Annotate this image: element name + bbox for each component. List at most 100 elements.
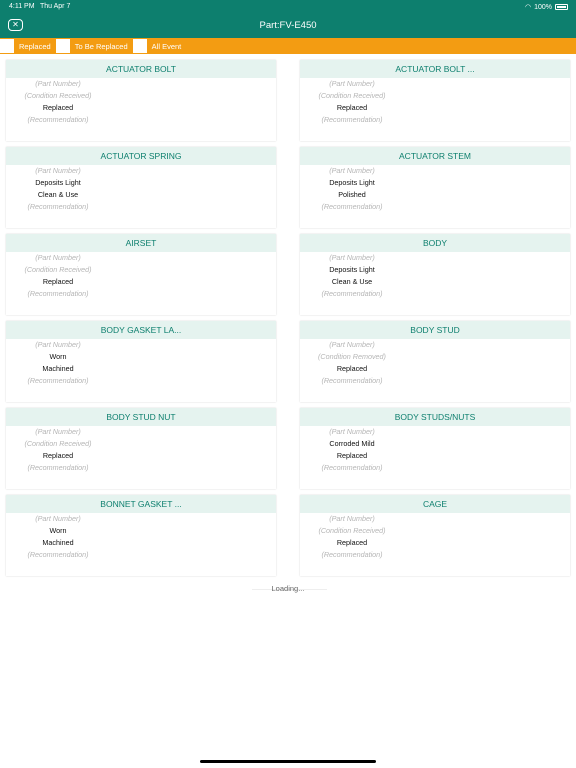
part-card-details: (Part Number) Worn Machined (Recommendation… [6, 513, 110, 561]
part-card-details: (Part Number) (Condition Received) Replace… [6, 252, 110, 300]
part-card-title: ACTUATOR BOLT [6, 60, 276, 78]
part-card-details: (Part Number) (Condition Received) Replace… [300, 513, 404, 561]
filter-all-event[interactable]: All Event [132, 39, 182, 53]
part-card-details: (Part Number) (Condition Received) Replace… [300, 78, 404, 126]
placeholder-text: (Recommendation) [27, 550, 89, 559]
part-card-title: BONNET GASKET ... [6, 495, 276, 513]
loading-text: Loading... [271, 584, 305, 593]
placeholder-text: (Part Number) [329, 514, 375, 523]
detail-value: Replaced [42, 277, 74, 286]
part-card-details: (Part Number) (Condition Received) Replace… [6, 426, 110, 474]
placeholder-text: (Condition Received) [24, 265, 92, 274]
part-card[interactable]: BODY STUD (Part Number) (Condition Removed… [300, 321, 570, 402]
wifi-icon: ◠ [524, 4, 532, 11]
app-header: 4:11 PM Thu Apr 7 ◠ 100% ✕ Part:FV-E450 [0, 0, 576, 38]
detail-value: Machined [42, 538, 74, 547]
placeholder-text: (Part Number) [35, 340, 81, 349]
home-indicator [200, 760, 376, 763]
placeholder-text: (Recommendation) [27, 202, 89, 211]
part-card-details: (Part Number) (Condition Removed) Replaced… [300, 339, 404, 387]
placeholder-text: (Part Number) [329, 340, 375, 349]
part-card[interactable]: ACTUATOR SPRING (Part Number) Deposits Lig… [6, 147, 276, 228]
detail-value: Replaced [336, 103, 368, 112]
placeholder-text: (Condition Received) [318, 91, 386, 100]
part-card-title: ACTUATOR BOLT ... [300, 60, 570, 78]
detail-value: Machined [42, 364, 74, 373]
filter-bar: Replaced To Be Replaced All Event [0, 38, 576, 54]
part-card[interactable]: CAGE (Part Number) (Condition Received) Rep… [300, 495, 570, 576]
detail-value: Deposits Light [35, 178, 81, 187]
page-title: Part:FV-E450 [259, 20, 317, 31]
placeholder-text: (Part Number) [35, 514, 81, 523]
part-card-details: (Part Number) Corroded Mild Replaced (Recom… [300, 426, 404, 474]
part-card-title: CAGE [300, 495, 570, 513]
part-card-title: BODY STUDS/NUTS [300, 408, 570, 426]
placeholder-text: (Part Number) [35, 166, 81, 175]
placeholder-text: (Recommendation) [27, 463, 89, 472]
placeholder-text: (Part Number) [35, 253, 81, 262]
part-card-title: ACTUATOR SPRING [6, 147, 276, 165]
part-card[interactable]: BONNET GASKET ... (Part Number) Worn Machin… [6, 495, 276, 576]
part-card[interactable]: BODY (Part Number) Deposits Light Clean & U… [300, 234, 570, 315]
part-card[interactable]: AIRSET (Part Number) (Condition Received) R… [6, 234, 276, 315]
detail-value: Clean & Use [331, 277, 373, 286]
placeholder-text: (Recommendation) [321, 463, 383, 472]
placeholder-text: (Condition Received) [318, 526, 386, 535]
part-card[interactable]: ACTUATOR BOLT (Part Number) (Condition Rec… [6, 60, 276, 141]
part-card[interactable]: BODY STUD NUT (Part Number) (Condition Rec… [6, 408, 276, 489]
detail-value: Replaced [336, 538, 368, 547]
detail-value: Replaced [42, 451, 74, 460]
placeholder-text: (Part Number) [35, 427, 81, 436]
part-card-title: AIRSET [6, 234, 276, 252]
filter-to-be-replaced[interactable]: To Be Replaced [55, 39, 128, 53]
part-card-details: (Part Number) (Condition Received) Replace… [6, 78, 110, 126]
placeholder-text: (Recommendation) [321, 376, 383, 385]
checkbox-all-event[interactable] [132, 39, 147, 53]
placeholder-text: (Recommendation) [321, 202, 383, 211]
placeholder-text: (Recommendation) [321, 289, 383, 298]
placeholder-text: (Recommendation) [27, 115, 89, 124]
placeholder-text: (Part Number) [329, 427, 375, 436]
detail-value: Replaced [336, 451, 368, 460]
battery-icon [555, 4, 568, 10]
detail-value: Worn [49, 352, 67, 361]
filter-all-event-label: All Event [151, 41, 182, 51]
status-time: 4:11 PM [9, 3, 35, 10]
part-card[interactable]: BODY GASKET LA... (Part Number) Worn Machin… [6, 321, 276, 402]
detail-value: Worn [49, 526, 67, 535]
placeholder-text: (Part Number) [329, 166, 375, 175]
placeholder-text: (Condition Received) [24, 439, 92, 448]
status-date: Thu Apr 7 [40, 3, 71, 10]
detail-value: Corroded Mild [329, 439, 375, 448]
placeholder-text: (Part Number) [329, 79, 375, 88]
detail-value: Deposits Light [329, 178, 375, 187]
part-card-details: (Part Number) Deposits Light Clean & Use (R… [300, 252, 404, 300]
filter-to-be-replaced-label: To Be Replaced [74, 41, 128, 51]
part-card-title: BODY STUD [300, 321, 570, 339]
part-card[interactable]: BODY STUDS/NUTS (Part Number) Corroded Mil… [300, 408, 570, 489]
placeholder-text: (Condition Received) [24, 91, 92, 100]
part-card-details: (Part Number) Worn Machined (Recommendation… [6, 339, 110, 387]
placeholder-text: (Part Number) [35, 79, 81, 88]
part-card-details: (Part Number) Deposits Light Clean & Use (R… [6, 165, 110, 213]
checkbox-to-be-replaced[interactable] [55, 39, 70, 53]
part-card[interactable]: ACTUATOR BOLT ... (Part Number) (Condition… [300, 60, 570, 141]
part-card-title: ACTUATOR STEM [300, 147, 570, 165]
placeholder-text: (Recommendation) [321, 115, 383, 124]
checkbox-replaced[interactable] [0, 39, 14, 53]
battery-level: 100% [534, 3, 552, 11]
placeholder-text: (Recommendation) [27, 376, 89, 385]
placeholder-text: (Condition Removed) [318, 352, 386, 361]
filter-replaced-label: Replaced [19, 41, 51, 51]
part-card-title: BODY [300, 234, 570, 252]
placeholder-text: (Part Number) [329, 253, 375, 262]
status-battery: ◠ 100% [525, 3, 568, 11]
part-card[interactable]: ACTUATOR STEM (Part Number) Deposits Light… [300, 147, 570, 228]
part-card-details: (Part Number) Deposits Light Polished (Reco… [300, 165, 404, 213]
placeholder-text: (Recommendation) [27, 289, 89, 298]
detail-value: Replaced [42, 103, 74, 112]
detail-value: Deposits Light [329, 265, 375, 274]
detail-value: Replaced [336, 364, 368, 373]
filter-replaced[interactable]: Replaced [0, 39, 51, 53]
part-card-title: BODY GASKET LA... [6, 321, 276, 339]
